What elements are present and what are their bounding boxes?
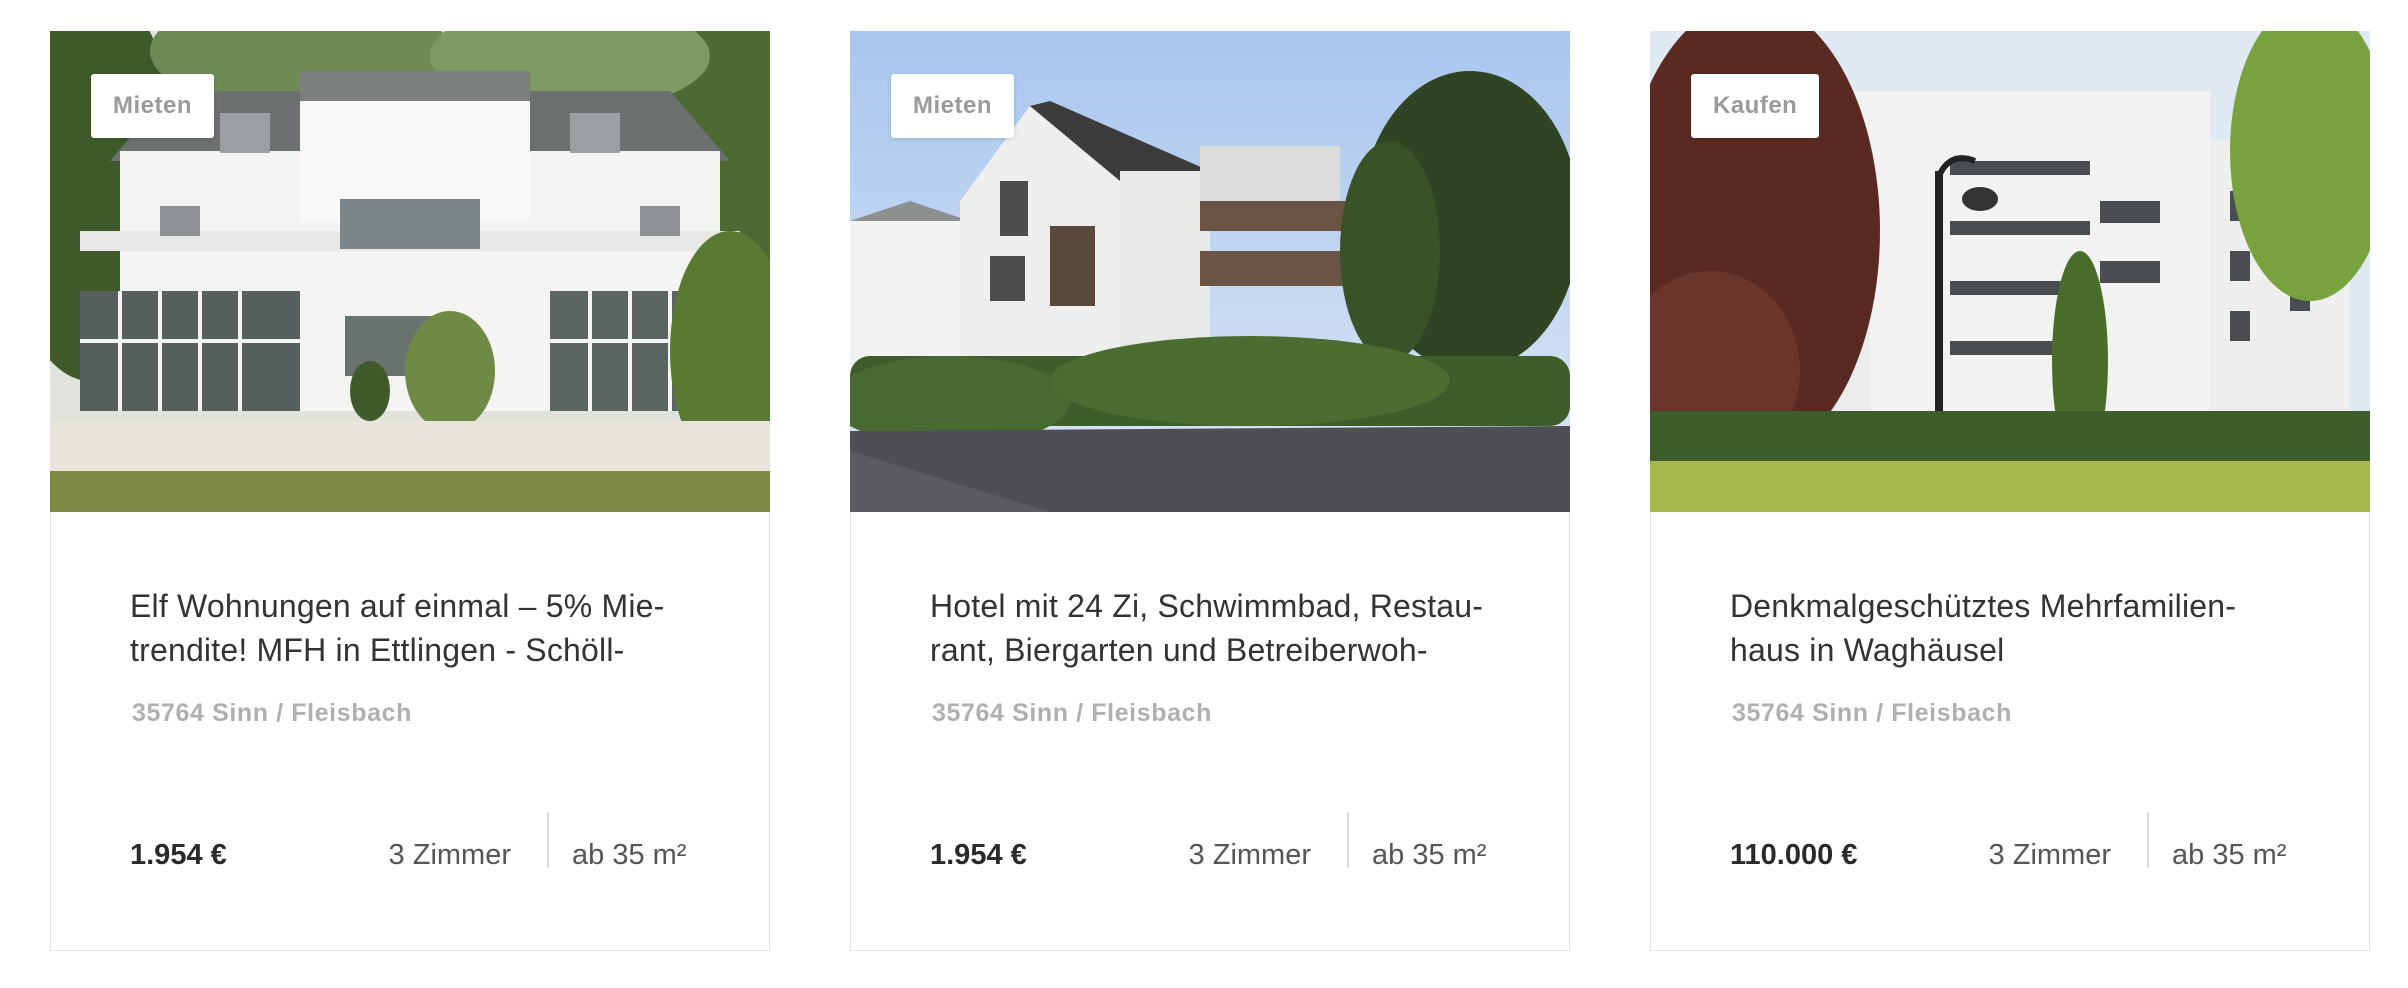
listing-type-badge: Kaufen xyxy=(1691,74,1820,138)
listing-card[interactable]: Kaufen Denkmalgeschütztes Mehrfamilien- … xyxy=(1649,30,2370,951)
listing-card[interactable]: Mieten Hotel mit 24 Zi, Schwimmbad, Rest… xyxy=(849,30,1570,951)
listing-location: 35764 Sinn / Fleisbach xyxy=(132,699,412,727)
listing-rooms: 3 Zimmer xyxy=(1188,839,1311,871)
listing-area: ab 35 m² xyxy=(572,839,687,871)
listing-area: ab 35 m² xyxy=(2172,839,2287,871)
listing-price: 110.000 € xyxy=(1730,839,1858,871)
listing-title[interactable]: Elf Wohnungen auf einmal – 5% Mie- trend… xyxy=(130,584,710,674)
listing-rooms: 3 Zimmer xyxy=(388,839,511,871)
listing-price: 1.954 € xyxy=(930,839,1027,871)
listing-location: 35764 Sinn / Fleisbach xyxy=(932,699,1212,727)
listing-price: 1.954 € xyxy=(130,839,227,871)
info-divider xyxy=(1347,812,1349,868)
listing-area: ab 35 m² xyxy=(1372,839,1487,871)
info-divider xyxy=(547,812,549,868)
listing-card[interactable]: Mieten Elf Wohnungen auf einmal – 5% Mie… xyxy=(49,30,770,951)
listing-type-badge: Mieten xyxy=(891,74,1015,138)
info-divider xyxy=(2147,812,2149,868)
listing-type-badge: Mieten xyxy=(91,74,215,138)
listing-location: 35764 Sinn / Fleisbach xyxy=(1732,699,2012,727)
listing-title[interactable]: Denkmalgeschütztes Mehrfamilien- haus in… xyxy=(1730,584,2310,674)
listing-grid: Mieten Elf Wohnungen auf einmal – 5% Mie… xyxy=(0,0,2408,988)
listing-rooms: 3 Zimmer xyxy=(1988,839,2111,871)
listing-title[interactable]: Hotel mit 24 Zi, Schwimmbad, Restau- ran… xyxy=(930,584,1510,674)
